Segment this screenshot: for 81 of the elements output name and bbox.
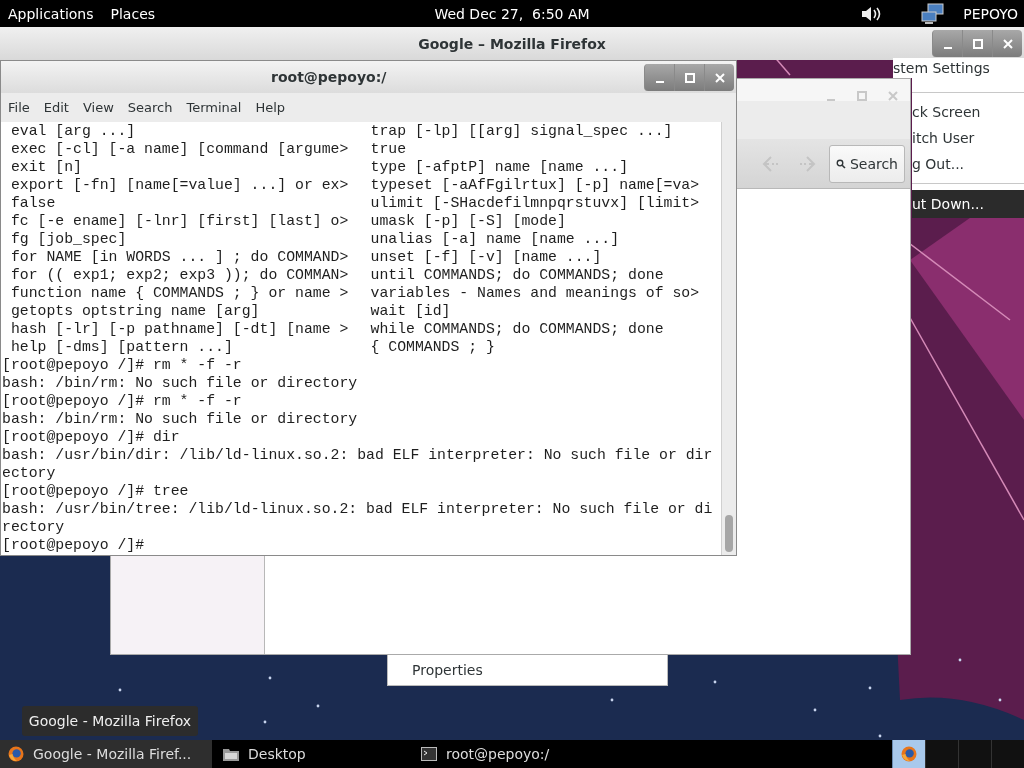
terminal-line: exec [-cl] [-a name] [command [argume> [9, 140, 350, 158]
terminal-line: while COMMANDS; do COMMANDS; done [370, 320, 664, 338]
search-button[interactable]: Search [829, 144, 905, 183]
minimize-button[interactable] [644, 64, 674, 91]
scrollbar[interactable] [721, 122, 736, 555]
terminal-line: bash: /usr/bin/tree: /lib/ld-linux.so.2: bad ELF interpreter: No such file or di [2, 501, 713, 517]
maximize-icon [972, 38, 983, 49]
terminal-line: [root@pepoyo /]# [2, 537, 145, 553]
terminal-line: ectory [2, 465, 56, 481]
terminal-line: bash: /bin/rm: No such file or directory [2, 375, 358, 391]
terminal-line: unalias [-a] name [name ...] [370, 230, 620, 248]
terminal-line: for (( exp1; exp2; exp3 )); do COMMAN> [9, 266, 350, 284]
terminal-line: rectory [2, 519, 65, 535]
terminal-line: type [-afptP] name [name ...] [370, 158, 628, 176]
firefox-icon [901, 746, 917, 762]
terminal-line: [root@pepoyo /]# tree [2, 483, 189, 499]
panel-menu[interactable]: Applications [8, 5, 94, 22]
terminal-line: export [-fn] [name[=value] ...] or ex> [9, 176, 350, 194]
close-icon [714, 72, 725, 83]
menu-item[interactable]: itch User [912, 125, 1024, 151]
workspace-button[interactable] [892, 740, 925, 768]
terminal-icon [421, 747, 437, 761]
terminal-line: exit [n] [9, 158, 83, 176]
terminal-line: true [370, 140, 407, 158]
terminal-line: variables - Names and meanings of so> [370, 284, 700, 302]
terminal-line: bash: /bin/rm: No such file or directory [2, 411, 358, 427]
terminal-line: [root@pepoyo /]# dir [2, 429, 180, 445]
terminal-line: eval [arg ...] [9, 122, 137, 140]
terminal-line: umask [-p] [-S] [mode] [370, 212, 566, 230]
terminal-line: hash [-lr] [-p pathname] [-dt] [name > [9, 320, 350, 338]
window-title: Google – Mozilla Firefox [418, 35, 606, 52]
terminal-line: { COMMANDS ; } [370, 338, 495, 356]
menu-item[interactable]: Search [127, 100, 173, 115]
network-icon[interactable] [921, 2, 946, 25]
folder-icon [223, 747, 239, 761]
menu-item[interactable]: ck Screen [912, 99, 1024, 125]
maximize-icon [684, 72, 695, 83]
terminal-line: function name { COMMANDS ; } or name > [9, 284, 350, 302]
taskbar-button[interactable]: Google - Mozilla Firef... [0, 740, 212, 768]
terminal-line: ulimit [-SHacdefilmnpqrstuvx] [limit> [370, 194, 700, 212]
menu-item[interactable]: g Out... [912, 151, 1024, 177]
minimize-icon [943, 46, 952, 49]
menu-item[interactable]: View [82, 100, 114, 115]
firefox-icon [8, 746, 24, 762]
close-icon [887, 90, 898, 101]
maximize-button[interactable] [674, 64, 704, 91]
terminal-line: bash: /usr/bin/dir: /lib/ld-linux.so.2: bad ELF interpreter: No such file or dir [2, 447, 713, 463]
scroll-thumb[interactable] [725, 515, 733, 552]
menu-item[interactable]: Properties [388, 662, 483, 678]
terminal-line: for NAME [in WORDS ... ] ; do COMMAND> [9, 248, 350, 266]
close-button[interactable] [992, 30, 1022, 57]
window-title: root@pepoyo:/ [271, 69, 387, 85]
tooltip: Google - Mozilla Firefox [22, 706, 198, 736]
close-icon [1002, 38, 1013, 49]
menu-item[interactable]: Help [255, 100, 286, 115]
maximize-button[interactable] [962, 30, 992, 57]
terminal-line: until COMMANDS; do COMMANDS; done [370, 266, 664, 284]
terminal-line: [root@pepoyo /]# rm * -f -r [2, 393, 242, 409]
terminal-line: fg [job_spec] [9, 230, 128, 248]
terminal-line: typeset [-aAfFgilrtux] [-p] name[=va> [370, 176, 700, 194]
menu-item[interactable]: File [8, 100, 30, 115]
terminal-line: wait [id] [370, 302, 451, 320]
terminal-line: help [-dms] [pattern ...] [9, 338, 234, 356]
panel-menu[interactable]: Places [110, 5, 156, 22]
taskbar-button[interactable]: root@pepoyo:/ [413, 740, 663, 768]
terminal-line: fc [-e ename] [-lnr] [first] [last] o> [9, 212, 350, 230]
menu-item[interactable]: Terminal [186, 100, 242, 115]
menu-item[interactable]: Edit [43, 100, 69, 115]
terminal-line: [root@pepoyo /]# rm * -f -r [2, 357, 242, 373]
terminal-line: unset [-f] [-v] [name ...] [370, 248, 602, 266]
minimize-icon [655, 80, 664, 83]
maximize-icon [856, 90, 867, 101]
clock[interactable]: Wed Dec 27, 6:50 AM [434, 5, 590, 22]
minimize-button[interactable] [932, 30, 962, 57]
menu-item[interactable]: ut Down... [912, 190, 1024, 218]
terminal-line: trap [-lp] [[arg] signal_spec ...] [370, 122, 673, 140]
close-button[interactable] [704, 64, 734, 91]
user-menu[interactable]: PEPOYO [963, 5, 1018, 22]
terminal-line: false [9, 194, 57, 212]
taskbar-button[interactable]: Desktop [215, 740, 410, 768]
terminal-line: getopts optstring name [arg] [9, 302, 261, 320]
